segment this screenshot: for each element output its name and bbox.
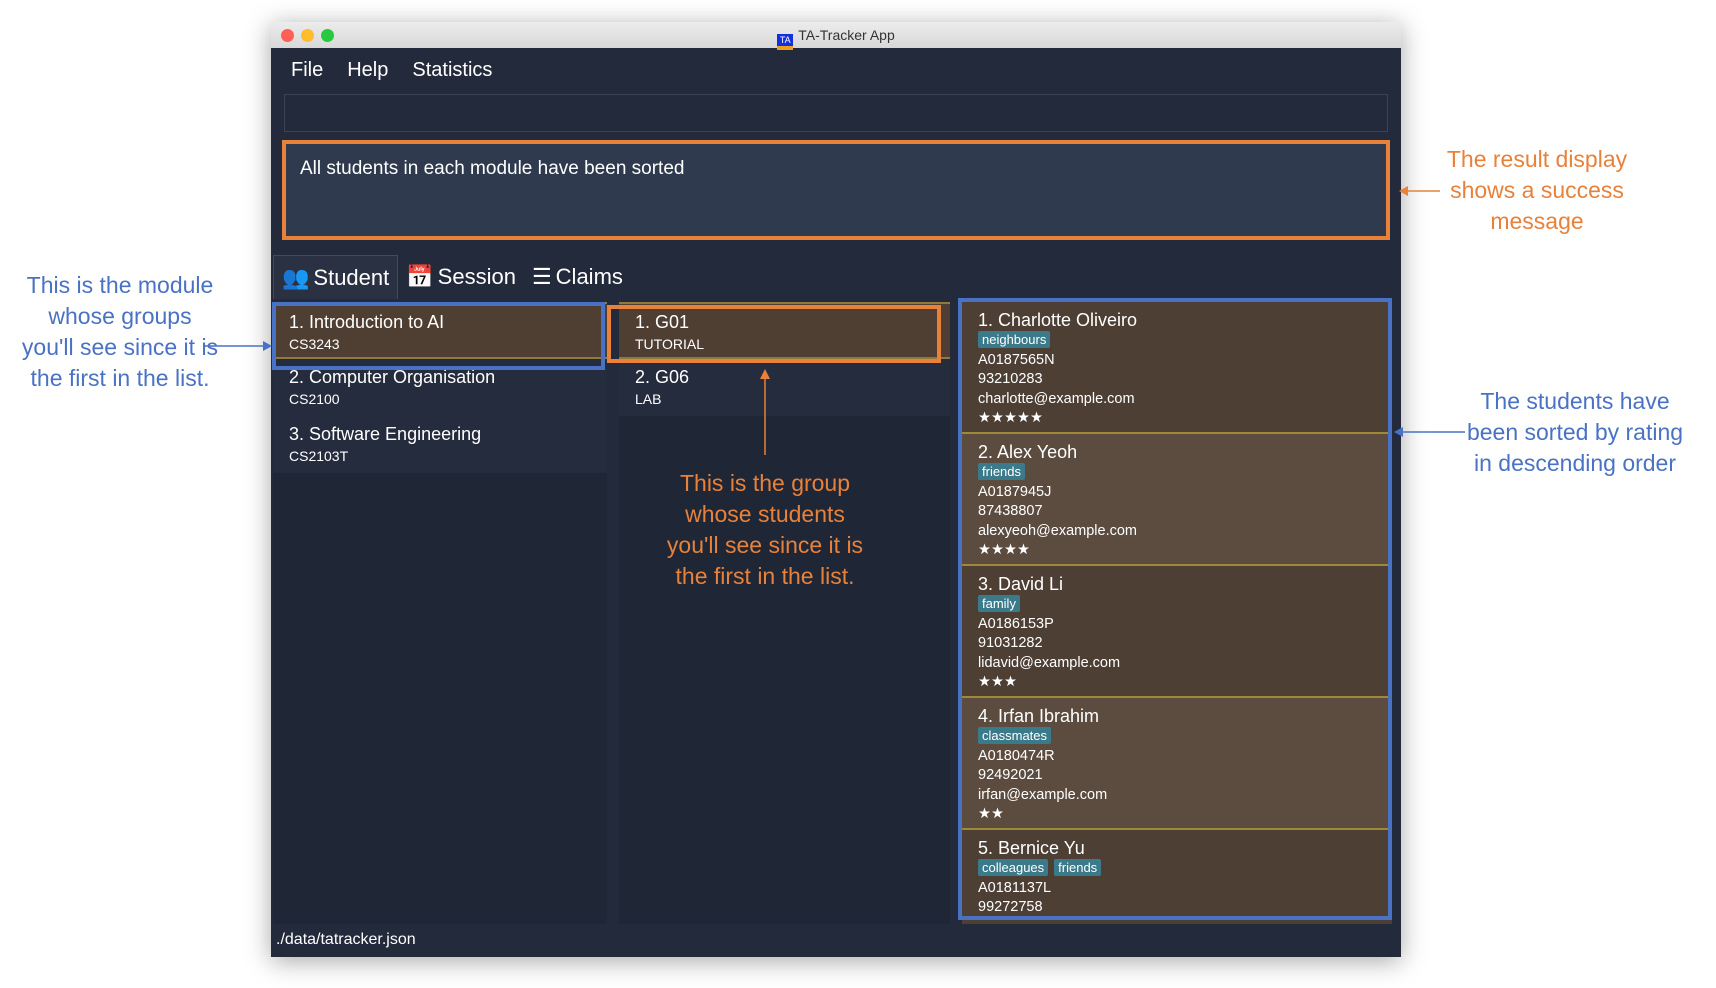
annotation-arrows <box>205 186 1465 455</box>
